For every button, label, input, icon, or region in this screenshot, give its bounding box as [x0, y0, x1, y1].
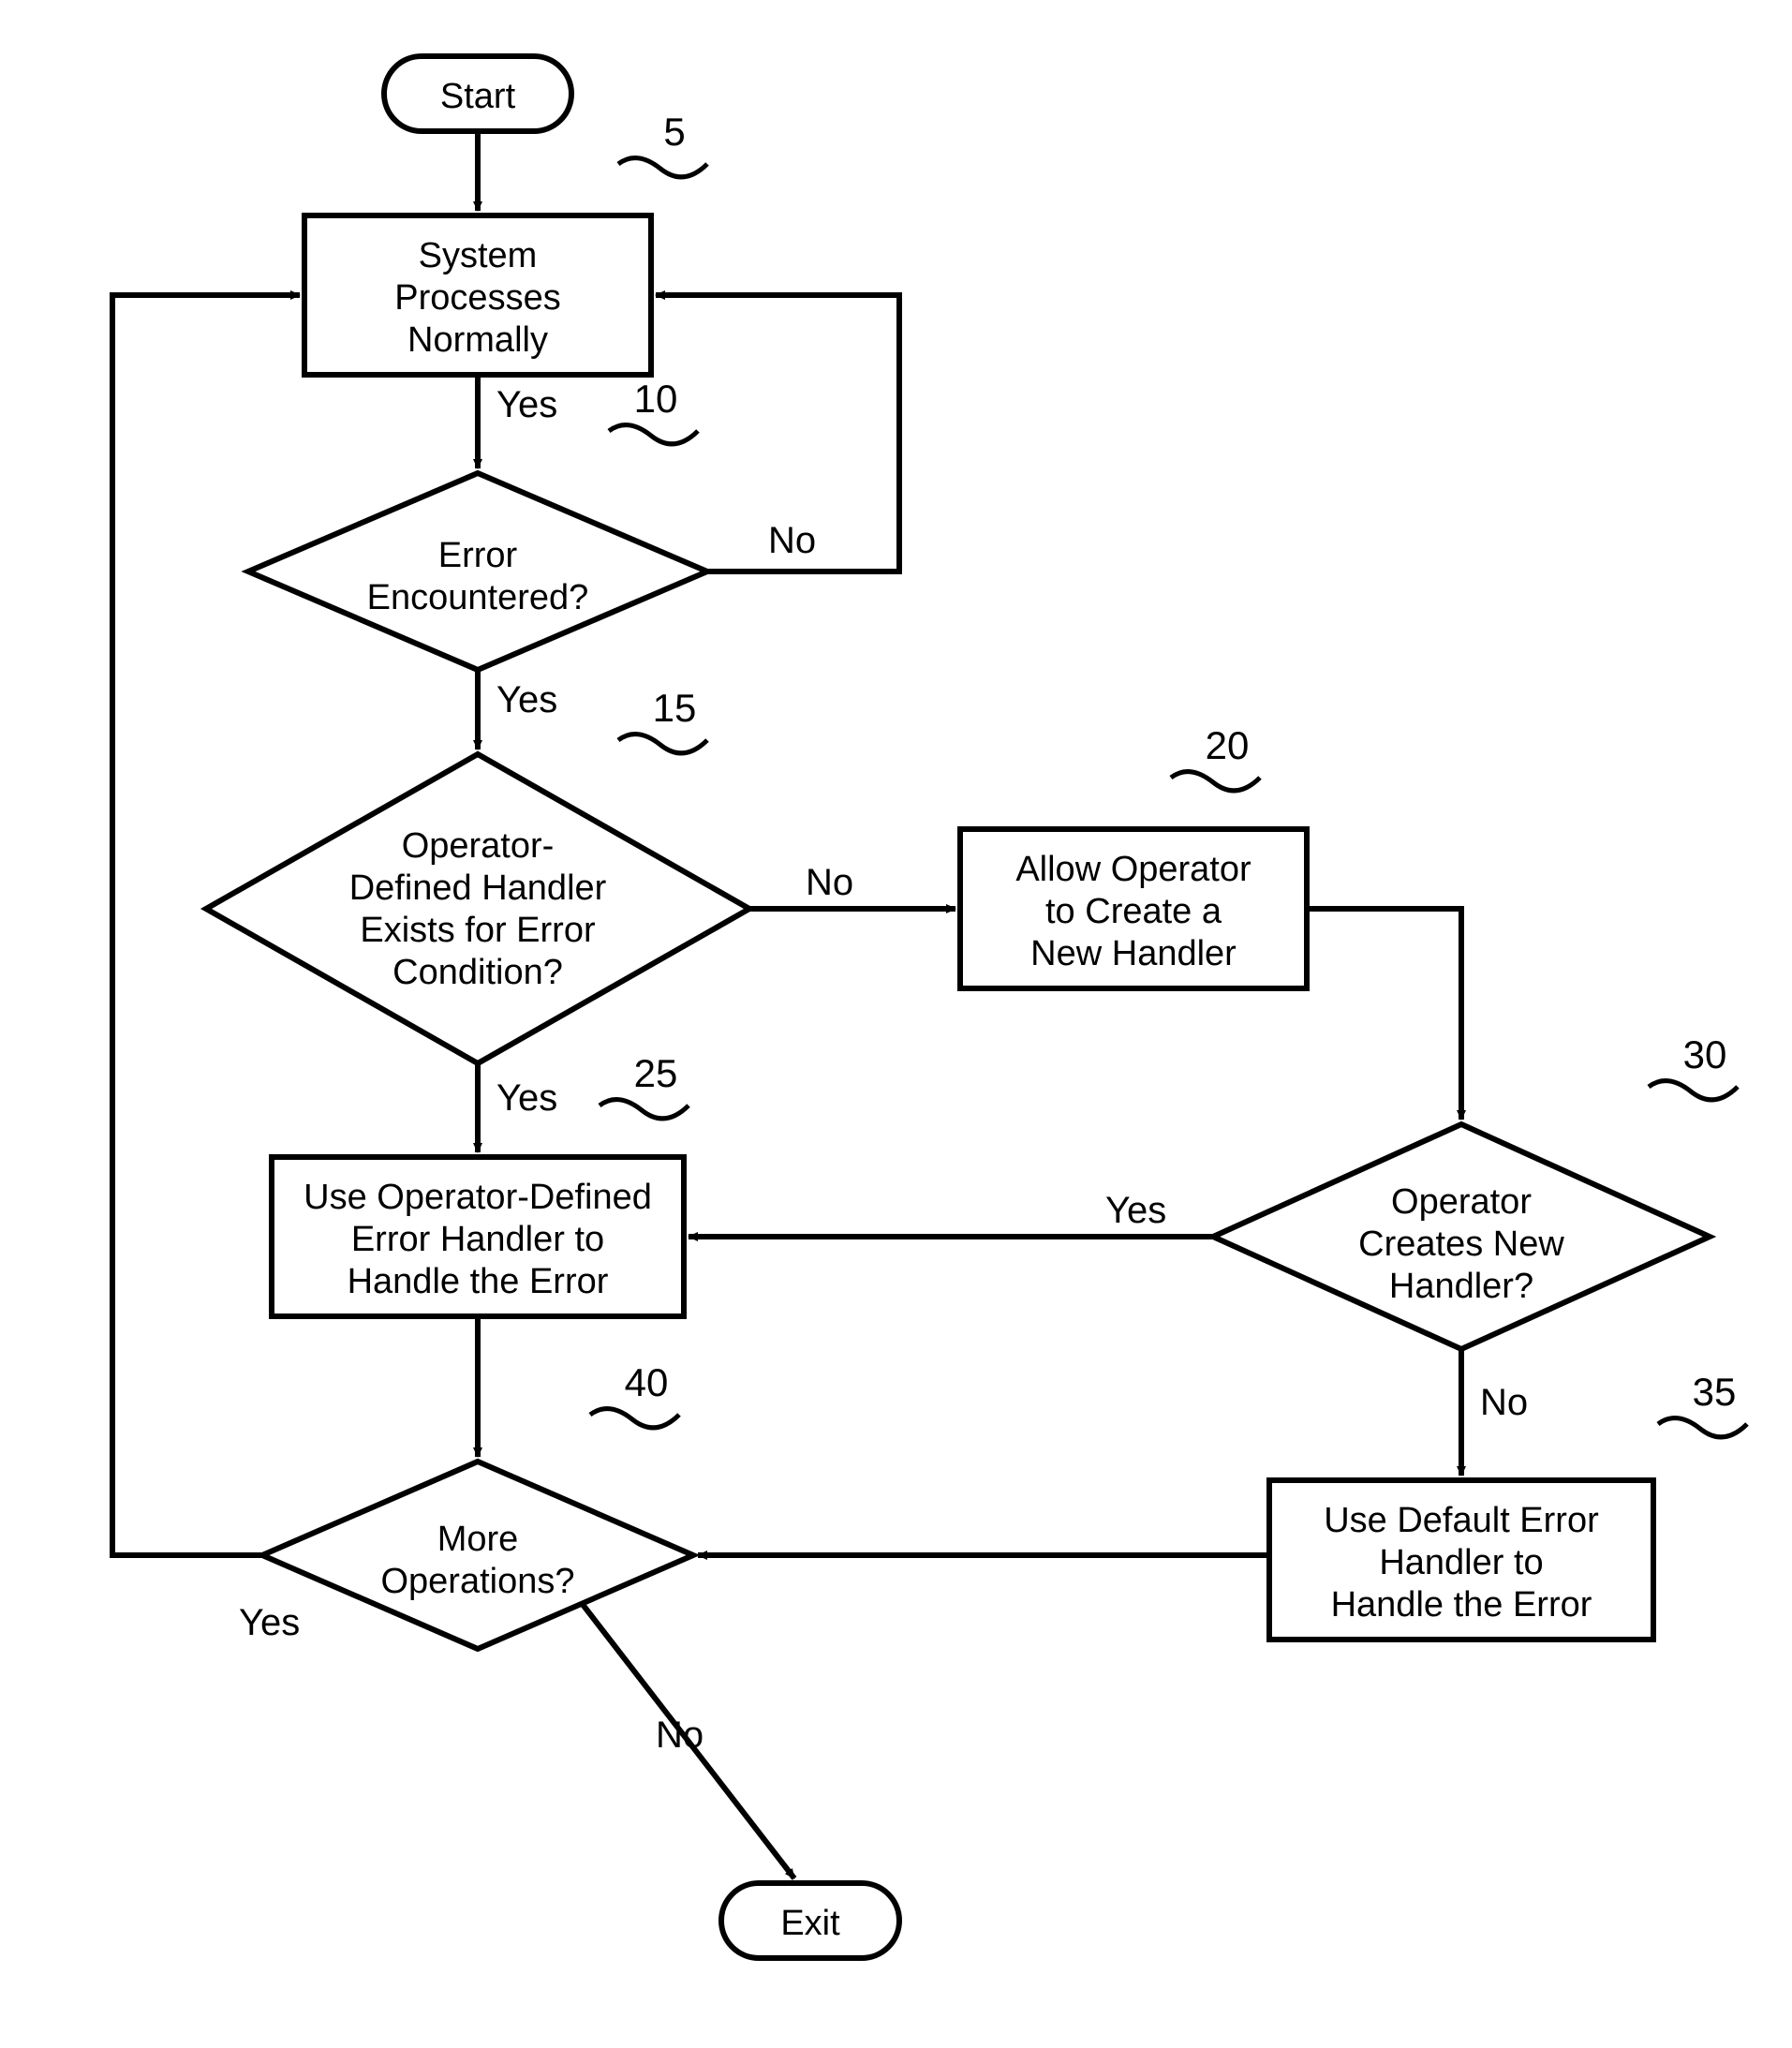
svg-text:Use Operator-Defined: Use Operator-Defined	[304, 1178, 652, 1217]
svg-text:Operations?: Operations?	[380, 1562, 574, 1601]
ref-40: 40	[625, 1360, 669, 1404]
svg-text:New Handler: New Handler	[1030, 934, 1237, 973]
n30-node: Operator Creates New Handler?	[1213, 1124, 1710, 1349]
n5-node: System Processes Normally	[304, 215, 651, 375]
n10-node: Error Encountered?	[248, 473, 707, 670]
svg-text:Handle the Error: Handle the Error	[1331, 1585, 1592, 1625]
ref-10: 10	[634, 377, 678, 421]
ref-15: 15	[653, 686, 697, 730]
svg-text:Processes: Processes	[394, 278, 560, 318]
svg-text:Creates New: Creates New	[1358, 1224, 1564, 1264]
flowchart-diagram: Start System Processes Normally 5 Yes Er…	[0, 0, 1792, 2048]
svg-text:Error: Error	[438, 536, 518, 575]
svg-text:Defined Handler: Defined Handler	[349, 868, 607, 908]
svg-text:Allow Operator: Allow Operator	[1015, 850, 1251, 889]
edge-n40-yes-label: Yes	[239, 1602, 300, 1643]
svg-text:Normally: Normally	[407, 320, 548, 360]
start-node: Start	[384, 56, 571, 131]
edge-n10-yes-label: Yes	[496, 679, 557, 720]
ref-5: 5	[663, 110, 685, 154]
n20-node: Allow Operator to Create a New Handler	[960, 829, 1307, 988]
svg-text:Encountered?: Encountered?	[367, 578, 589, 617]
svg-text:to Create a: to Create a	[1045, 892, 1222, 931]
exit-label: Exit	[780, 1904, 840, 1943]
n35-node: Use Default Error Handler to Handle the …	[1269, 1480, 1653, 1640]
svg-text:Handle the Error: Handle the Error	[348, 1262, 609, 1301]
svg-text:Handler to: Handler to	[1379, 1543, 1543, 1582]
edge-n15-yes-label: Yes	[496, 1077, 557, 1119]
n15-node: Operator- Defined Handler Exists for Err…	[206, 754, 749, 1063]
ref-25: 25	[634, 1051, 678, 1095]
edge-n5-n10-label: Yes	[496, 384, 557, 425]
svg-text:Use Default Error: Use Default Error	[1324, 1501, 1599, 1540]
n25-node: Use Operator-Defined Error Handler to Ha…	[272, 1157, 684, 1316]
svg-text:Handler?: Handler?	[1389, 1267, 1533, 1306]
svg-text:Condition?: Condition?	[392, 953, 563, 992]
svg-text:Exists for Error: Exists for Error	[360, 911, 596, 950]
svg-text:More: More	[437, 1520, 519, 1559]
edge-n30-yes-label: Yes	[1105, 1190, 1166, 1231]
svg-text:Error Handler to: Error Handler to	[351, 1220, 604, 1259]
edge-n15-no-label: No	[806, 862, 853, 903]
svg-text:System: System	[419, 236, 538, 275]
n40-node: More Operations?	[262, 1462, 693, 1649]
exit-node: Exit	[721, 1883, 899, 1958]
ref-35: 35	[1693, 1370, 1737, 1414]
edge-n10-no-label: No	[768, 520, 816, 561]
start-label: Start	[440, 77, 516, 116]
ref-30: 30	[1683, 1032, 1727, 1076]
svg-text:Operator-: Operator-	[402, 826, 555, 866]
ref-20: 20	[1206, 723, 1250, 767]
svg-text:Operator: Operator	[1391, 1182, 1532, 1222]
edge-n30-no-label: No	[1480, 1382, 1528, 1423]
edge-n40-no-label: No	[656, 1714, 703, 1756]
edge-n20-n30	[1307, 909, 1461, 1120]
